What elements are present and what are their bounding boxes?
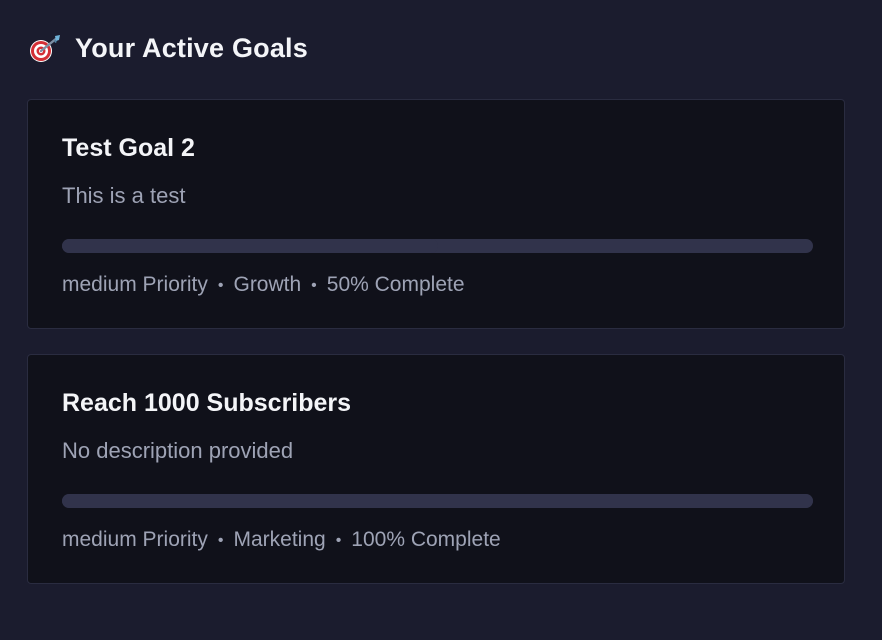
goal-progress-fill	[62, 494, 813, 508]
goal-description: No description provided	[62, 438, 294, 463]
goal-title: Reach 1000 Subscribers	[62, 389, 352, 417]
goal-progress-bar	[62, 494, 813, 508]
meta-separator: •	[217, 532, 224, 549]
goal-meta: medium Priority • Marketing • 100% Compl…	[62, 528, 501, 552]
meta-separator: •	[311, 277, 317, 294]
goal-priority: medium Priority	[62, 273, 208, 296]
goal-title: Test Goal 2	[62, 134, 195, 162]
goal-completion: 100% Complete	[351, 528, 501, 551]
goal-progress-bar	[62, 239, 813, 253]
goal-card[interactable]: Reach 1000 Subscribers No description pr…	[27, 354, 845, 584]
goal-category: Marketing	[233, 528, 326, 551]
meta-separator: •	[335, 532, 342, 549]
meta-separator: •	[217, 277, 224, 294]
goal-category: Growth	[233, 273, 302, 296]
goal-meta: medium Priority • Growth • 50% Complete	[62, 273, 465, 297]
goals-header: Your Active Goals	[28, 30, 308, 66]
goal-card[interactable]: Test Goal 2 This is a test medium Priori…	[27, 99, 845, 329]
goal-completion: 50% Complete	[326, 273, 465, 296]
goal-description: This is a test	[62, 183, 186, 208]
goal-progress-fill	[62, 239, 438, 253]
goal-priority: medium Priority	[62, 528, 208, 551]
dart-target-icon	[28, 33, 62, 63]
page-title: Your Active Goals	[75, 32, 308, 63]
